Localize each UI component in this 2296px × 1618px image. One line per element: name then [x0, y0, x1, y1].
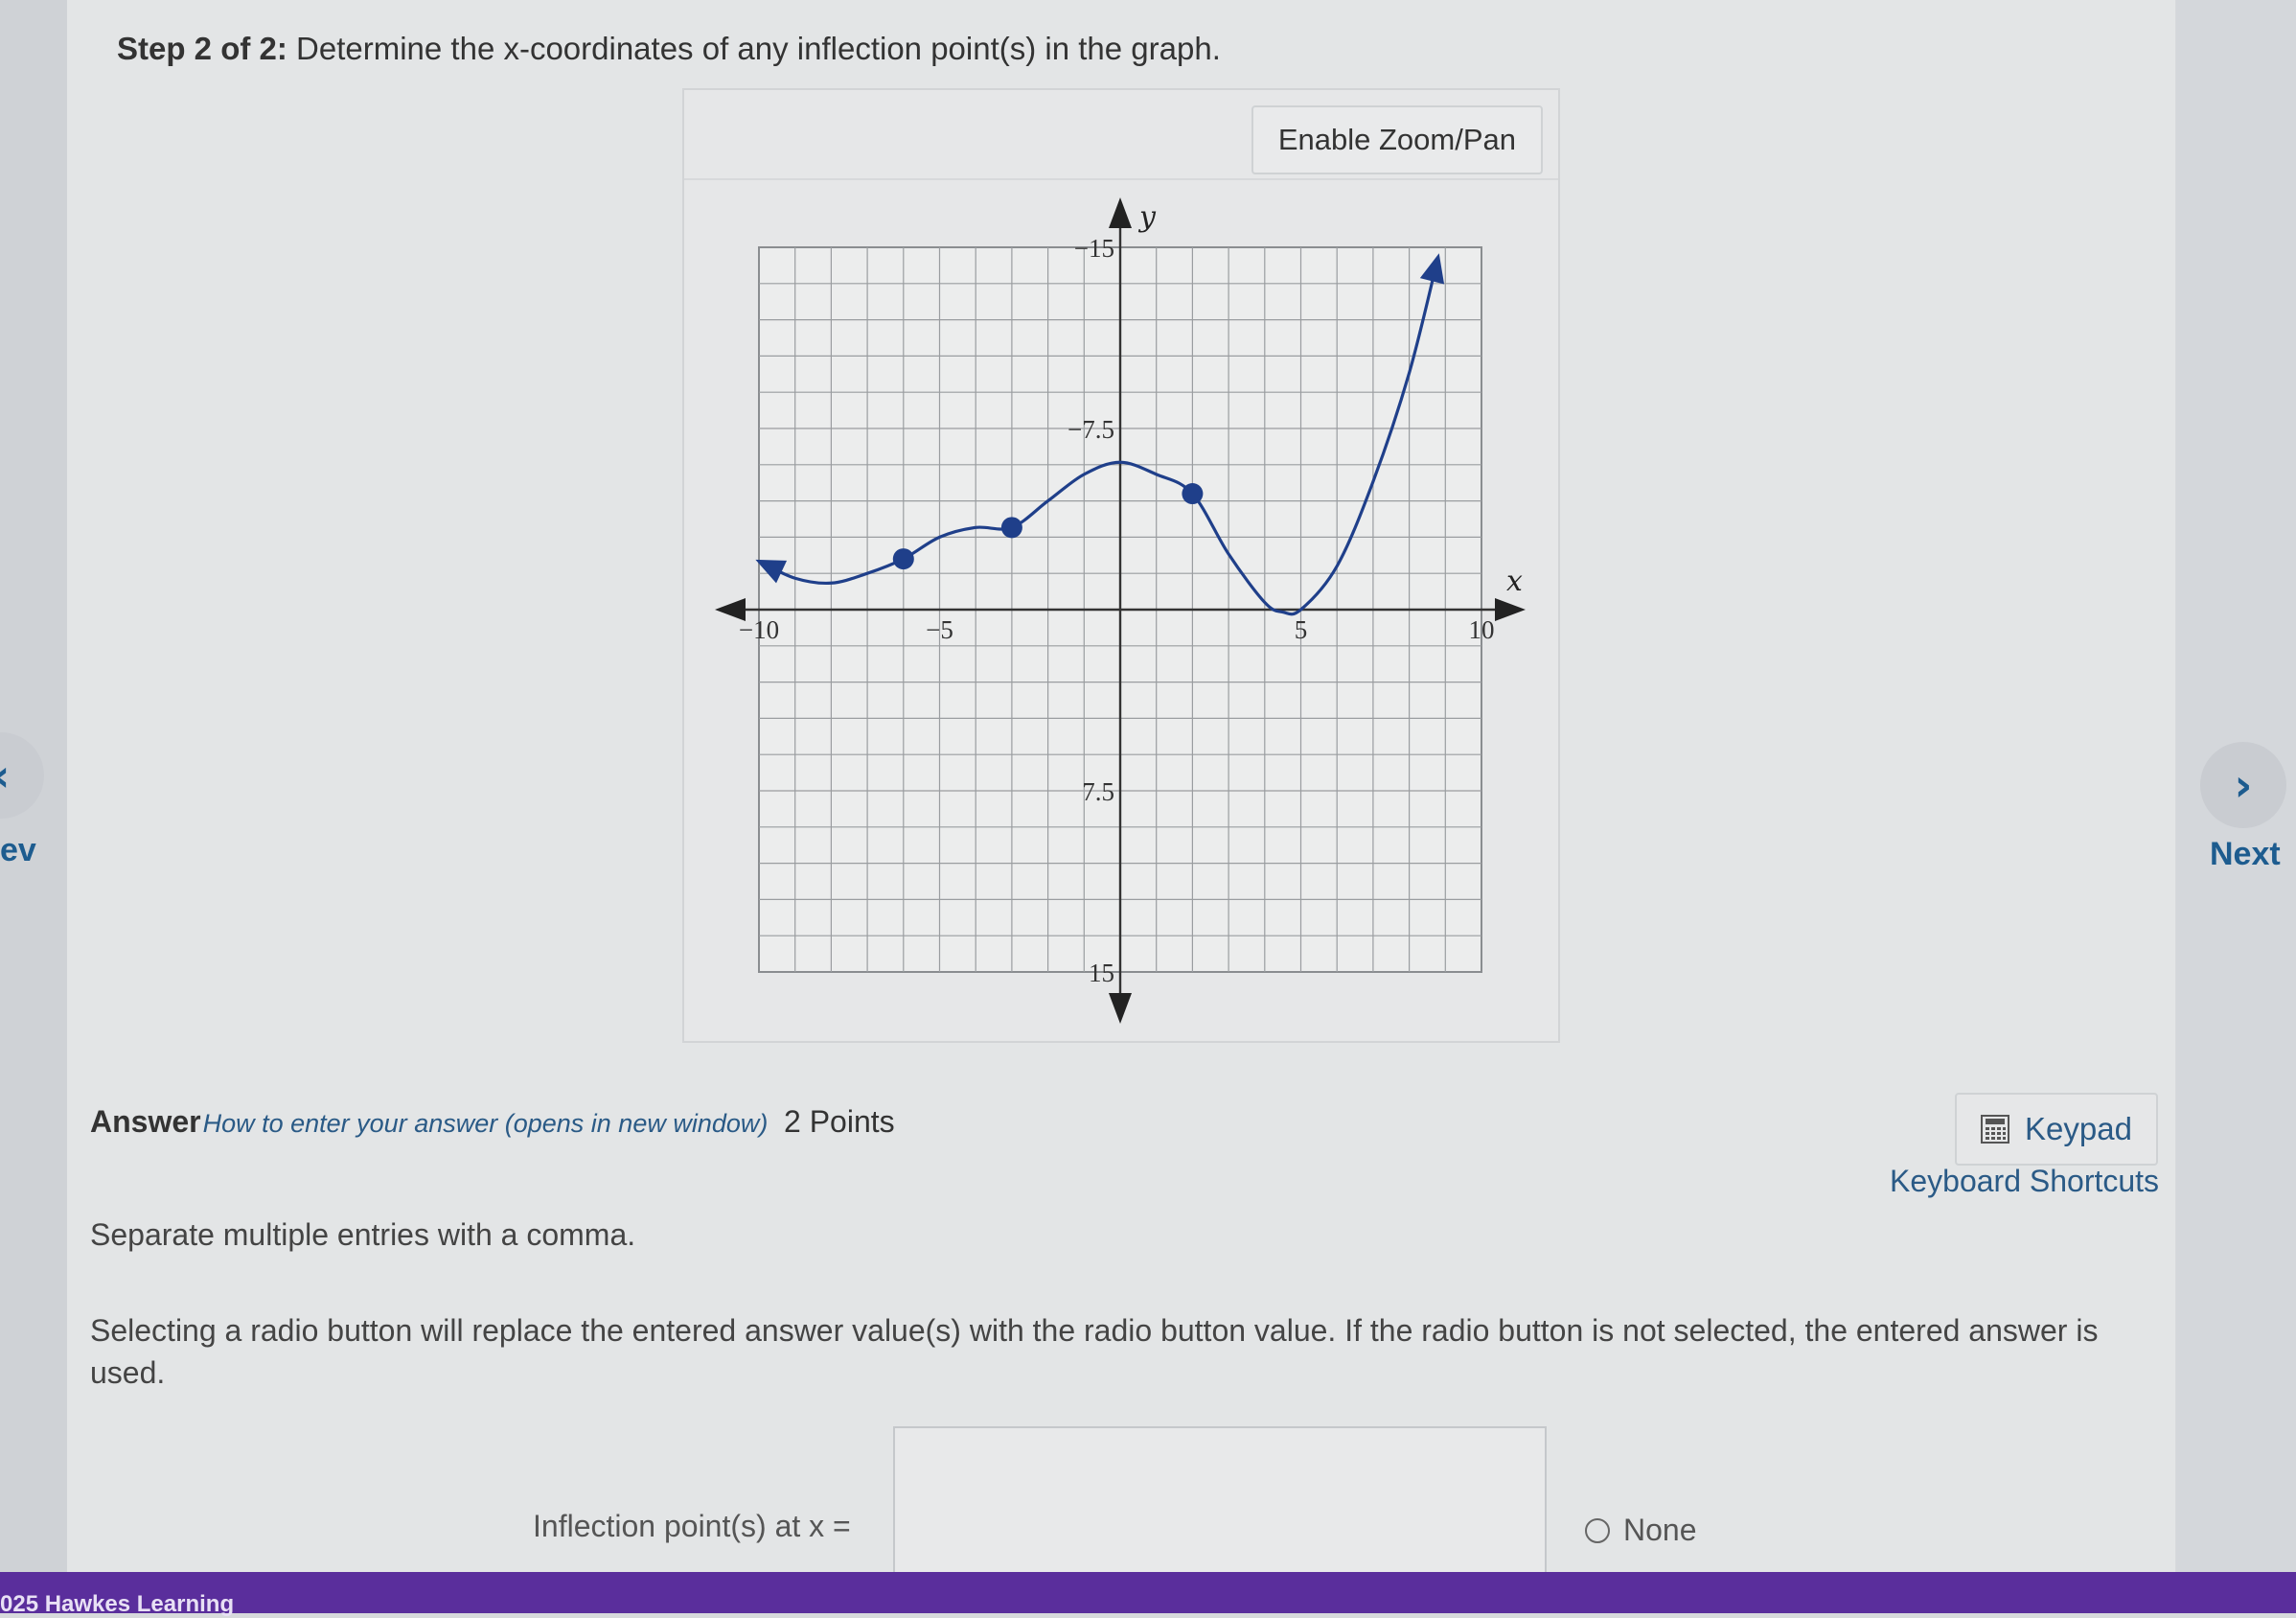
inflection-points-input[interactable] [893, 1426, 1547, 1580]
next-label[interactable]: Next [2210, 836, 2281, 873]
marked-point [1000, 517, 1022, 539]
inflection-input-label: Inflection point(s) at x = [533, 1509, 851, 1543]
x-tick-label: −10 [739, 615, 779, 644]
y-tick-label: 15 [1089, 959, 1114, 987]
x-axis-right-arrow-icon [1495, 598, 1526, 621]
keypad-label: Keypad [2025, 1111, 2132, 1146]
y-axis-up-arrow-icon [1109, 197, 1132, 228]
chevron-right-icon: › [2234, 759, 2253, 811]
answer-header: AnswerHow to enter your answer (opens in… [90, 1104, 768, 1140]
keypad-button[interactable]: Keypad [1955, 1093, 2158, 1166]
chevron-left-icon: ‹ [0, 750, 10, 801]
y-tick-label: −7.5 [1068, 415, 1114, 444]
y-axis-down-arrow-icon [1109, 993, 1132, 1024]
none-radio-button[interactable] [1585, 1517, 1610, 1543]
next-button[interactable]: › [2200, 742, 2286, 828]
keyboard-shortcuts-link[interactable]: Keyboard Shortcuts [1890, 1164, 2159, 1199]
instruction-separate-entries: Separate multiple entries with a comma. [90, 1217, 636, 1252]
y-tick-label: 7.5 [1082, 777, 1114, 806]
prev-label[interactable]: ev [0, 832, 36, 869]
x-tick-label: 5 [1295, 615, 1308, 644]
answer-help-link[interactable]: How to enter your answer (opens in new w… [203, 1109, 769, 1138]
answer-heading: Answer [90, 1104, 201, 1139]
function-graph: x y −10 −5 5 10 15 7.5 −7.5 −15 [715, 197, 1526, 1024]
none-radio-option[interactable]: None [1585, 1513, 1697, 1548]
none-radio-label: None [1623, 1513, 1697, 1547]
points-value: 2 Points [784, 1104, 895, 1139]
footer-copyright: 025 Hawkes Learning [0, 1591, 235, 1617]
x-axis-label: x [1506, 565, 1523, 598]
footer-bar [0, 1572, 2296, 1613]
marked-point [892, 548, 914, 570]
instruction-radio-button: Selecting a radio button will replace th… [90, 1313, 2099, 1390]
y-tick-label: −15 [1074, 234, 1114, 263]
calculator-icon [1981, 1115, 2010, 1144]
graph-panel: Enable Zoom/Pan x y −10 −5 5 10 15 7.5 −7.5 −15 [682, 88, 1560, 1043]
step-indicator: Step 2 of 2: [117, 31, 287, 66]
question-prompt: Step 2 of 2: Determine the x-coordinates… [117, 31, 1221, 67]
question-text: Determine the x-coordinates of any infle… [296, 31, 1221, 66]
x-tick-label: −5 [926, 615, 953, 644]
marked-point [1182, 483, 1204, 505]
y-axis-label: y [1137, 200, 1157, 234]
x-tick-label: 10 [1469, 615, 1495, 644]
